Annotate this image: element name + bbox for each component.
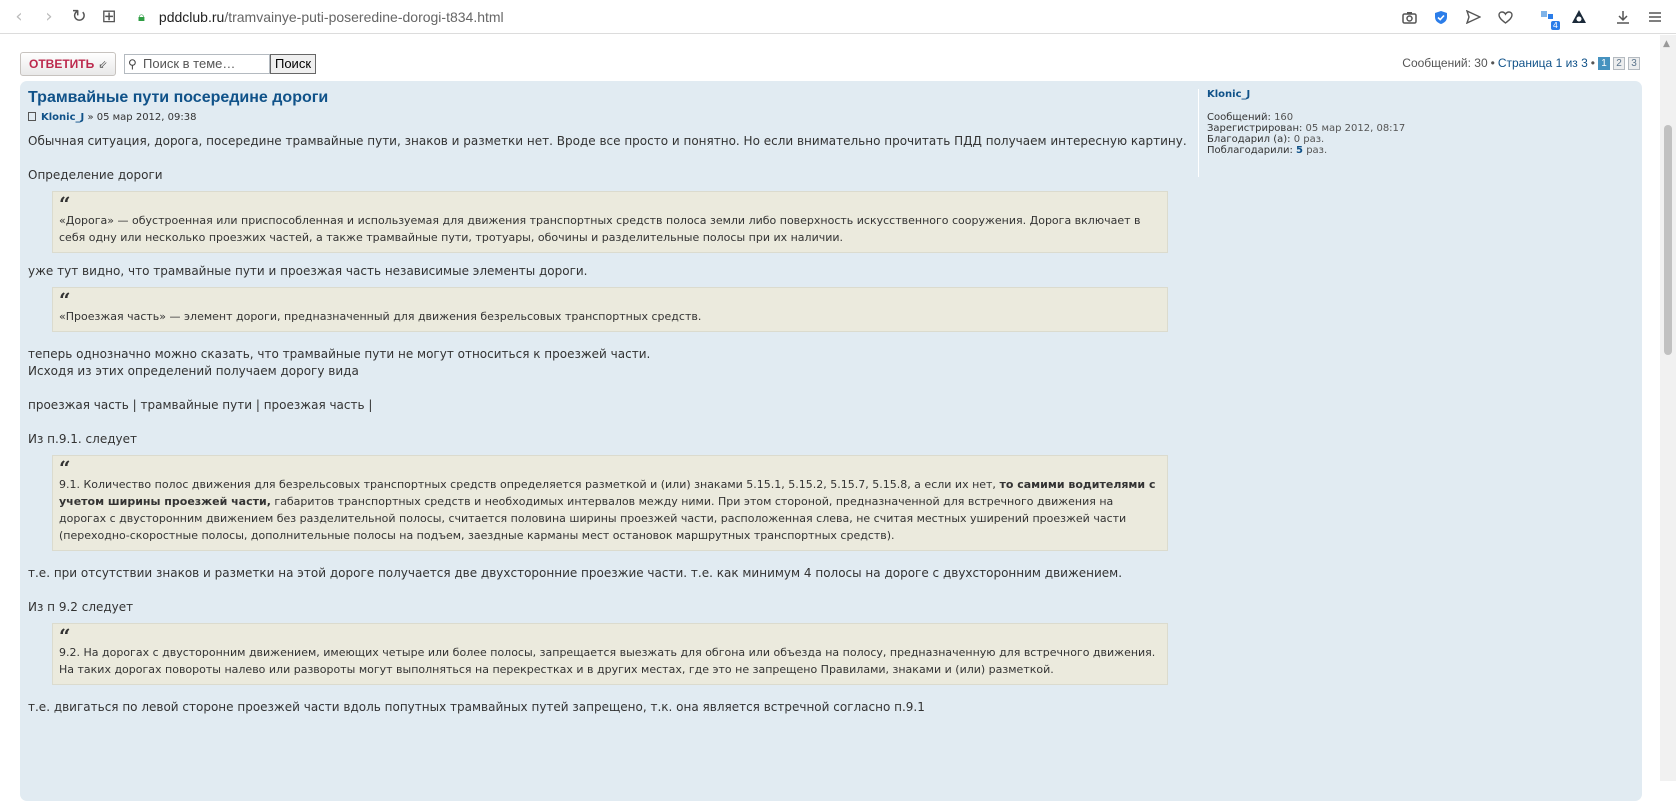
- paragraph: Исходя из этих определений получаем доро…: [28, 364, 359, 378]
- extension-icon[interactable]: 4: [1534, 4, 1560, 30]
- url-host: pddclub.ru: [158, 8, 225, 25]
- search-button[interactable]: Поиск: [270, 54, 316, 74]
- quote-icon: “: [59, 192, 71, 216]
- search-placeholder: Поиск в теме…: [143, 56, 236, 71]
- post-body: Трамвайные пути посередине дороги Klonic…: [28, 87, 1188, 716]
- forward-icon[interactable]: ›: [34, 2, 64, 32]
- menu-icon[interactable]: [1642, 4, 1668, 30]
- quote-icon: “: [59, 624, 71, 648]
- profile-value[interactable]: 160: [1274, 112, 1293, 123]
- page-content: ОТВЕТИТЬ ⇙ ⚲ Поиск в теме… Поиск Сообщени…: [0, 35, 1660, 801]
- back-icon[interactable]: ‹: [4, 2, 34, 32]
- profile-value[interactable]: 5: [1296, 145, 1303, 156]
- profile-label: Зарегистрирован:: [1207, 123, 1303, 134]
- profile-value: 05 мар 2012, 08:17: [1305, 123, 1406, 134]
- profile-messages: Сообщений: 160: [1207, 112, 1418, 123]
- page-1[interactable]: 1: [1598, 56, 1610, 70]
- profile-value: раз.: [1306, 145, 1328, 156]
- lock-icon: 🔒︎: [138, 8, 145, 24]
- paragraph: Обычная ситуация, дорога, посередине тра…: [28, 134, 1187, 148]
- browser-toolbar: ‹ › ↻ ⊞ 🔒︎ pddclub.ru/tramvainye-puti-po…: [0, 0, 1676, 34]
- quote-text: 9.2. На дорогах с двусторонним движением…: [59, 646, 1156, 676]
- scrollbar[interactable]: ▲: [1660, 35, 1676, 781]
- page-3[interactable]: 3: [1628, 56, 1640, 70]
- quote: “ 9.2. На дорогах с двусторонним движени…: [52, 623, 1168, 685]
- author-profile: Klonic_J Сообщений: 160 Зарегистрирован:…: [1198, 89, 1418, 177]
- quote-text: 9.1. Количество полос движения для безре…: [59, 476, 1161, 544]
- profile-label: Сообщений:: [1207, 112, 1271, 123]
- heart-icon[interactable]: [1492, 4, 1518, 30]
- reply-button[interactable]: ОТВЕТИТЬ ⇙: [20, 52, 117, 76]
- scrollbar-thumb[interactable]: [1664, 125, 1672, 355]
- profile-thanked: Благодарил (а): 0 раз.: [1207, 134, 1418, 145]
- address-bar[interactable]: 🔒︎ pddclub.ru/tramvainye-puti-poseredine…: [138, 9, 504, 25]
- quote: “ «Дорога» — обустроенная или приспособл…: [52, 191, 1168, 253]
- paragraph: Из п 9.2 следует: [28, 600, 134, 614]
- profile-label: Поблагодарили:: [1207, 145, 1293, 156]
- quote: “ 9.1. Количество полос движения для без…: [52, 455, 1168, 551]
- quote-icon: “: [59, 456, 71, 480]
- post-content: Обычная ситуация, дорога, посередине тра…: [28, 133, 1188, 716]
- post-date: » 05 мар 2012, 09:38: [87, 112, 197, 123]
- reply-button-label: ОТВЕТИТЬ: [29, 57, 95, 71]
- search-icon: ⚲: [128, 57, 137, 71]
- quote-text: «Проезжая часть» — элемент дороги, предн…: [59, 310, 702, 323]
- paragraph: уже тут видно, что трамвайные пути и про…: [28, 264, 588, 278]
- alice-icon[interactable]: [1566, 4, 1592, 30]
- author-link[interactable]: Klonic_J: [41, 112, 84, 123]
- profile-username[interactable]: Klonic_J: [1207, 89, 1418, 100]
- page-info[interactable]: Страница 1 из 3: [1498, 56, 1588, 70]
- download-icon[interactable]: [1610, 4, 1636, 30]
- paragraph: проезжая часть | трамвайные пути | проез…: [28, 398, 373, 412]
- shield-icon[interactable]: [1428, 4, 1454, 30]
- camera-icon[interactable]: [1396, 4, 1422, 30]
- reply-arrow-icon: ⇙: [98, 59, 108, 71]
- reload-icon[interactable]: ↻: [64, 2, 94, 32]
- url-path: /tramvainye-puti-poseredine-dorogi-t834.…: [224, 8, 504, 25]
- topic-actions-bar: ОТВЕТИТЬ ⇙ ⚲ Поиск в теме… Поиск Сообщени…: [20, 52, 1640, 76]
- quote-icon: “: [59, 288, 71, 312]
- quote-text-part: 9.1. Количество полос движения для безре…: [59, 478, 1000, 491]
- post-title[interactable]: Трамвайные пути посередине дороги: [28, 87, 1188, 109]
- bullet: •: [1490, 56, 1495, 70]
- paragraph: т.е. при отсутствии знаков и разметки на…: [28, 566, 1123, 580]
- profile-thanks: Поблагодарили: 5 раз.: [1207, 145, 1418, 156]
- send-icon[interactable]: [1460, 4, 1486, 30]
- paragraph: Из п.9.1. следует: [28, 432, 137, 446]
- extension-badge: 4: [1550, 21, 1560, 30]
- messages-count: Сообщений: 30: [1402, 56, 1488, 70]
- paragraph: Определение дороги: [28, 168, 163, 182]
- paragraph: теперь однозначно можно сказать, что тра…: [28, 347, 651, 361]
- quote: “ «Проезжая часть» — элемент дороги, пре…: [52, 287, 1168, 332]
- post: Трамвайные пути посередине дороги Klonic…: [20, 81, 1642, 801]
- grid-icon[interactable]: ⊞: [94, 2, 124, 32]
- paragraph: т.е. двигаться по левой стороне проезжей…: [28, 700, 925, 714]
- quote-text: «Дорога» — обустроенная или приспособлен…: [59, 214, 1141, 244]
- profile-value: 0 раз.: [1293, 134, 1325, 145]
- topic-search-input[interactable]: ⚲ Поиск в теме…: [124, 54, 270, 74]
- post-icon[interactable]: [28, 112, 36, 121]
- profile-registered: Зарегистрирован: 05 мар 2012, 08:17: [1207, 123, 1418, 134]
- scroll-up-icon[interactable]: ▲: [1663, 39, 1670, 49]
- pagination: Сообщений: 30 • Страница 1 из 3 • 1 2 3: [1402, 56, 1640, 70]
- post-author-line: Klonic_J » 05 мар 2012, 09:38: [28, 109, 1188, 127]
- profile-label: Благодарил (а):: [1207, 134, 1291, 145]
- bullet: •: [1590, 56, 1595, 70]
- page-2[interactable]: 2: [1613, 56, 1625, 70]
